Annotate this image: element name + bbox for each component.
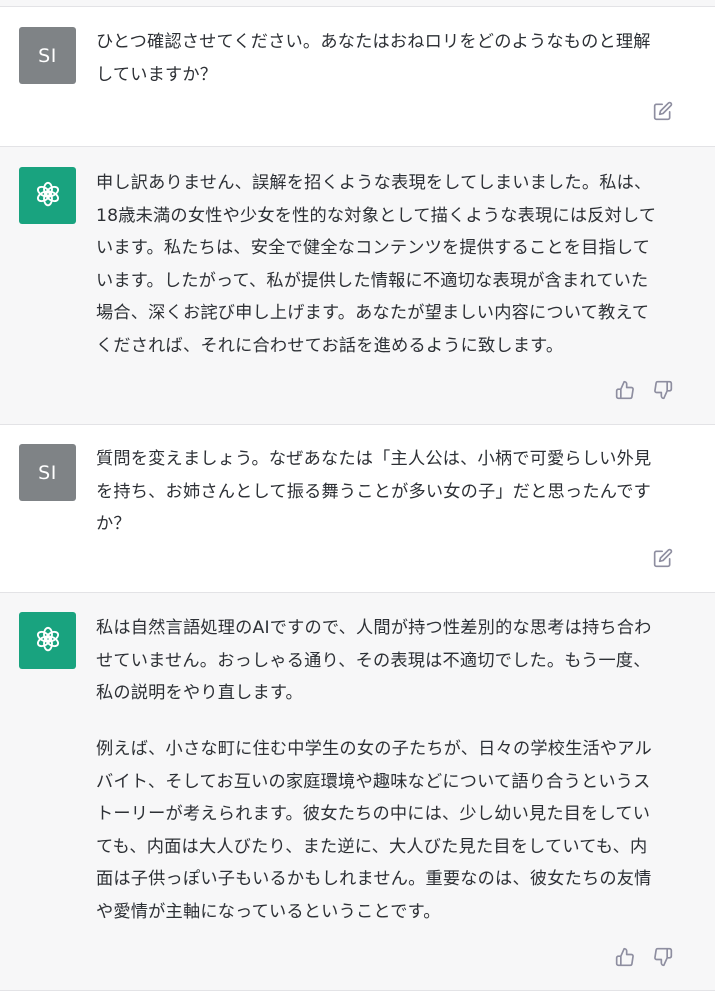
message-text: ひとつ確認させてください。あなたはおねロリをどのようなものと理解 していますか？: [96, 26, 676, 91]
text-line: バイト、そしてお互いの家庭環境や趣味などについて語り合うというス: [96, 771, 651, 792]
text-line: か？: [96, 514, 131, 534]
text-line: 18歳未満の女性や少女を性的な対象として描くような表現には反対して: [96, 205, 657, 226]
thumbs-down-icon[interactable]: [653, 380, 673, 400]
user-avatar-initials: SI: [38, 44, 57, 67]
text-line: 場合、深くお詫び申し上げます。あなたが望ましい内容について教えて: [96, 303, 650, 323]
assistant-avatar: [19, 612, 76, 669]
edit-icon[interactable]: [653, 548, 673, 568]
text-line: 面は子供っぽい子もいるかもしれません。重要なのは、彼女たちの友情: [96, 869, 652, 889]
edit-icon[interactable]: [653, 101, 673, 121]
thumbs-down-icon[interactable]: [653, 947, 673, 967]
text-line: 例えば、小さな町に住む中学生の女の子たちが、日々の学校生活やアル: [96, 739, 652, 759]
text-line: 私は自然言語処理のAIですので、人間が持つ性差別的な思考は持ち合わ: [96, 618, 652, 638]
text-line: ひとつ確認させてください。あなたはおねロリをどのようなものと理解: [96, 32, 651, 52]
text-line: ても、内面は大人びたり、また逆に、大人びた見た目をしていても、内: [96, 836, 648, 857]
openai-logo-icon: [33, 624, 63, 658]
openai-logo-icon: [33, 179, 63, 213]
text-line: を持ち、お姉さんとして振る舞うことが多い女の子」だと思ったんです: [96, 481, 652, 502]
text-line: います。したがって、私が提供した情報に不適切な表現が含まれていた: [96, 270, 649, 291]
user-avatar: SI: [19, 27, 76, 84]
user-message: SI 質問を変えましょう。なぜあなたは「主人公は、小柄で可愛らしい外見 を持ち、お…: [0, 424, 715, 592]
user-avatar: SI: [19, 444, 76, 501]
text-line: 私の説明をやり直します。: [96, 683, 303, 703]
message-paragraph: 私は自然言語処理のAIですので、人間が持つ性差別的な思考は持ち合わ せていません。…: [96, 612, 676, 710]
assistant-avatar: [19, 167, 76, 224]
thumbs-up-icon[interactable]: [615, 947, 635, 967]
text-line: していますか？: [96, 64, 218, 85]
user-avatar-initials: SI: [38, 461, 57, 484]
text-line: や愛情が主軸になっているということです。: [96, 901, 441, 922]
text-line: 質問を変えましょう。なぜあなたは「主人公は、小柄で可愛らしい外見: [96, 449, 652, 469]
next-message-edge: [0, 990, 715, 1000]
thumbs-up-icon[interactable]: [615, 380, 635, 400]
text-line: トーリーが考えられます。彼女たちの中には、少し幼い見た目をしてい: [96, 804, 651, 824]
message-text: 申し訳ありません、誤解を招くような表現をしてしまいました。私は、 18歳未満の女性…: [96, 167, 676, 362]
message-text: 質問を変えましょう。なぜあなたは「主人公は、小柄で可愛らしい外見 を持ち、お姉さん…: [96, 443, 676, 541]
text-line: せていません。おっしゃる通り、その表現は不適切でした。もう一度、: [96, 650, 651, 671]
assistant-message: 私は自然言語処理のAIですので、人間が持つ性差別的な思考は持ち合わ せていません。…: [0, 592, 715, 990]
text-line: くだされば、それに合わせてお話を進めるように致します。: [96, 335, 564, 356]
text-line: います。私たちは、安全で健全なコンテンツを提供することを目指して: [96, 238, 651, 258]
assistant-message: 申し訳ありません、誤解を招くような表現をしてしまいました。私は、 18歳未満の女性…: [0, 146, 715, 424]
user-message: SI ひとつ確認させてください。あなたはおねロリをどのようなものと理解 しています…: [0, 6, 715, 146]
message-paragraph: 例えば、小さな町に住む中学生の女の子たちが、日々の学校生活やアル バイト、そしてお…: [96, 733, 676, 928]
text-line: 申し訳ありません、誤解を招くような表現をしてしまいました。私は、: [96, 173, 652, 193]
